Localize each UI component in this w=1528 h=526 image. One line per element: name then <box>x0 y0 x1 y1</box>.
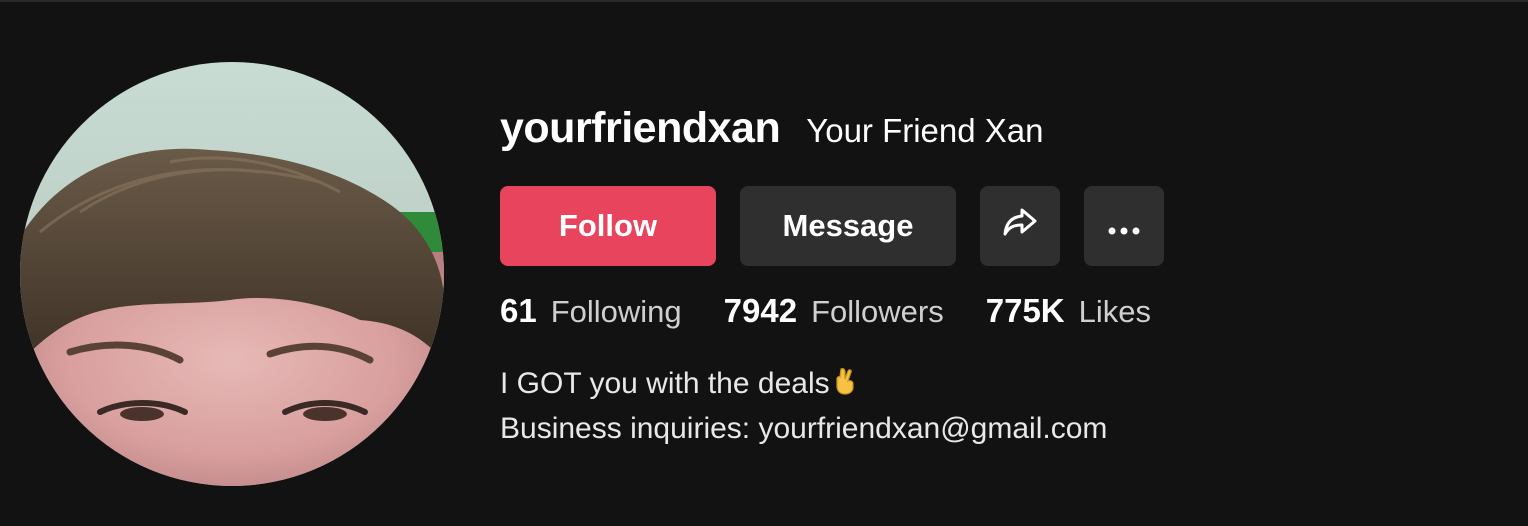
likes-stat: 775K Likes <box>986 292 1151 330</box>
message-button[interactable]: Message <box>740 186 956 266</box>
following-count: 61 <box>500 292 537 329</box>
followers-label: Followers <box>811 294 944 329</box>
crossed-fingers-emoji-icon <box>832 364 858 407</box>
follow-button[interactable]: Follow <box>500 186 716 266</box>
more-dots-icon <box>1107 208 1141 244</box>
profile-header: yourfriendxan Your Friend Xan <box>500 104 1044 164</box>
followers-count: 7942 <box>723 292 798 329</box>
followers-stat[interactable]: 7942 Followers <box>724 292 944 330</box>
name-row: yourfriendxan Your Friend Xan <box>500 104 1044 164</box>
avatar-image <box>20 62 444 486</box>
username: yourfriendxan <box>500 104 781 152</box>
avatar[interactable] <box>20 62 444 486</box>
share-arrow-icon <box>1001 203 1039 249</box>
profile-bio: I GOT you with the deals Business inquir… <box>500 362 1107 450</box>
likes-count: 775K <box>985 292 1065 329</box>
display-name: Your Friend Xan <box>806 112 1044 149</box>
share-button[interactable] <box>980 186 1060 266</box>
bio-line-1: I GOT you with the deals <box>500 362 1107 407</box>
likes-label: Likes <box>1078 294 1152 329</box>
profile-stats: 61 Following 7942 Followers 775K Likes <box>500 292 1193 330</box>
bio-line-2: Business inquiries: yourfriendxan@gmail.… <box>500 412 1108 445</box>
bio-text-1: I GOT you with the deals <box>500 367 830 400</box>
action-buttons: Follow Message <box>500 186 1164 266</box>
following-label: Following <box>550 294 682 329</box>
more-button[interactable] <box>1084 186 1164 266</box>
top-divider <box>0 0 1528 2</box>
following-stat[interactable]: 61 Following <box>500 292 682 330</box>
